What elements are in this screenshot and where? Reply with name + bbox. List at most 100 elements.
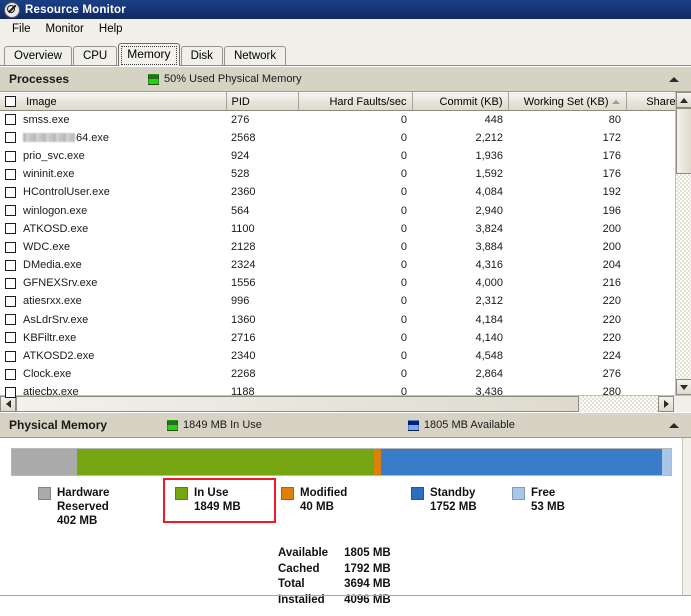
row-checkbox[interactable]: [5, 314, 16, 326]
tab-disk[interactable]: Disk: [180, 46, 223, 65]
table-row[interactable]: HControlUser.exe 2360 0 4,084 192: [0, 183, 691, 201]
cell-hard-faults: 0: [400, 168, 407, 181]
select-all-checkbox[interactable]: [5, 96, 16, 108]
redacted-text: [23, 132, 75, 142]
table-row[interactable]: prio_svc.exe 924 0 1,936 176: [0, 147, 691, 165]
cell-commit: 3,884: [475, 240, 503, 253]
cell-commit: 4,548: [475, 350, 503, 363]
table-row[interactable]: KBFiltr.exe 2716 0 4,140 220: [0, 329, 691, 347]
table-row[interactable]: atiesrxx.exe 996 0 2,312 220: [0, 292, 691, 310]
cell-pid: 996: [231, 295, 250, 308]
process-image-name: ATKOSD.exe: [23, 222, 89, 235]
row-checkbox[interactable]: [5, 186, 16, 198]
memory-stat-row: Total 3694 MB: [278, 578, 391, 592]
memory-usage-bar: [11, 448, 672, 476]
row-checkbox[interactable]: [5, 114, 16, 126]
table-row[interactable]: wininit.exe 528 0 1,592 176: [0, 165, 691, 183]
memory-stat-key: Available: [278, 547, 329, 559]
cell-commit: 4,084: [475, 186, 503, 199]
vertical-scroll-track[interactable]: [676, 108, 691, 379]
table-row[interactable]: DMedia.exe 2324 0 4,316 204: [0, 256, 691, 274]
legend-name: Free: [531, 487, 556, 499]
legend-swatch-icon: [411, 487, 424, 500]
table-row[interactable]: WDC.exe 2128 0 3,884 200: [0, 238, 691, 256]
row-checkbox[interactable]: [5, 132, 16, 144]
column-header-commit[interactable]: Commit (KB): [412, 92, 509, 111]
vertical-scroll-thumb[interactable]: [676, 108, 691, 174]
menu-item-help[interactable]: Help: [93, 21, 132, 37]
scroll-down-button[interactable]: [676, 379, 691, 395]
row-checkbox[interactable]: [5, 332, 16, 344]
blue-swatch-icon: [407, 419, 419, 431]
cell-working-set: 200: [602, 240, 621, 253]
menu-item-monitor[interactable]: Monitor: [40, 21, 93, 37]
row-checkbox[interactable]: [5, 150, 16, 162]
table-row[interactable]: AsLdrSrv.exe 1360 0 4,184 220: [0, 311, 691, 329]
cell-commit: 1,592: [475, 168, 503, 181]
processes-header[interactable]: Processes 50% Used Physical Memory: [0, 66, 691, 92]
legend-name: Modified: [300, 487, 348, 499]
row-checkbox[interactable]: [5, 296, 16, 308]
table-row[interactable]: 64.exe 2568 0 2,212 172: [0, 129, 691, 147]
legend-name: In Use: [194, 487, 229, 499]
table-row[interactable]: GFNEXSrv.exe 1556 0 4,000 216: [0, 274, 691, 292]
cell-hard-faults: 0: [400, 331, 407, 344]
row-checkbox[interactable]: [5, 223, 16, 235]
column-header-hard-faults[interactable]: Hard Faults/sec: [298, 92, 413, 111]
legend-text: Standby 1752 MB: [430, 486, 477, 514]
cell-image: HControlUser.exe: [0, 183, 226, 201]
row-checkbox[interactable]: [5, 350, 16, 362]
horizontal-scroll-thumb[interactable]: [16, 396, 579, 412]
memory-stats-body: Available 1805 MB Cached 1792 MB Total 3694 M…: [278, 547, 391, 607]
table-row[interactable]: Clock.exe 2268 0 2,864 276: [0, 365, 691, 383]
tab-cpu[interactable]: CPU: [72, 46, 118, 65]
cell-image: KBFiltr.exe: [0, 329, 226, 347]
cell-working-set: 224: [602, 350, 621, 363]
row-checkbox[interactable]: [5, 241, 16, 253]
cell-pid: 564: [231, 204, 250, 217]
tab-memory[interactable]: Memory: [118, 43, 180, 66]
cell-hard-faults: 0: [400, 186, 407, 199]
row-checkbox[interactable]: [5, 168, 16, 180]
processes-table-body: smss.exe 276 0 448 80 64.exe 2568 0 2,212 172 prio…: [0, 111, 691, 402]
row-checkbox[interactable]: [5, 277, 16, 289]
menu-item-file[interactable]: File: [6, 21, 40, 37]
cell-hard-faults: 0: [400, 113, 407, 126]
process-image-name: Clock.exe: [23, 368, 72, 381]
tab-overview[interactable]: Overview: [4, 46, 72, 65]
process-image-name: 64.exe: [23, 132, 109, 144]
row-checkbox[interactable]: [5, 387, 16, 398]
column-header-image[interactable]: Image: [0, 92, 227, 111]
row-checkbox[interactable]: [5, 368, 16, 380]
cell-commit: 4,184: [475, 313, 503, 326]
table-row[interactable]: ATKOSD2.exe 2340 0 4,548 224: [0, 347, 691, 365]
horizontal-scroll-track[interactable]: [16, 396, 658, 412]
table-row[interactable]: smss.exe 276 0 448 80: [0, 111, 691, 129]
physical-memory-header[interactable]: Physical Memory 1849 MB In Use 1805 MB A…: [0, 412, 691, 438]
cell-commit: 3,824: [475, 222, 503, 235]
row-checkbox[interactable]: [5, 259, 16, 271]
cell-working-set: 176: [602, 168, 621, 181]
table-row[interactable]: winlogon.exe 564 0 2,940 196: [0, 201, 691, 219]
cell-image: GFNEXSrv.exe: [0, 274, 226, 292]
scroll-up-button[interactable]: [676, 92, 691, 108]
cell-pid: 2340: [231, 350, 256, 363]
column-header-working-set[interactable]: Working Set (KB): [508, 92, 627, 111]
cell-hard-faults: 0: [400, 240, 407, 253]
tab-network[interactable]: Network: [223, 46, 287, 65]
memory-available-status: 1805 MB Available: [407, 419, 515, 431]
physical-memory-collapse-button[interactable]: [667, 419, 681, 431]
processes-horizontal-scrollbar[interactable]: [0, 395, 691, 412]
processes-collapse-button[interactable]: [667, 73, 681, 85]
memory-stat-row: Available 1805 MB: [278, 547, 391, 561]
memory-stats-table: Available 1805 MB Cached 1792 MB Total 3694 M…: [276, 545, 393, 609]
green-swatch-icon: [148, 73, 160, 85]
memory-stat-row: Cached 1792 MB: [278, 563, 391, 577]
column-header-pid[interactable]: PID: [226, 92, 299, 111]
row-checkbox[interactable]: [5, 205, 16, 217]
table-row[interactable]: ATKOSD.exe 1100 0 3,824 200: [0, 220, 691, 238]
legend-name-line2: Reserved: [57, 501, 109, 513]
processes-vertical-scrollbar[interactable]: [675, 92, 691, 395]
cell-working-set: 216: [602, 277, 621, 290]
cell-image: WDC.exe: [0, 238, 226, 256]
